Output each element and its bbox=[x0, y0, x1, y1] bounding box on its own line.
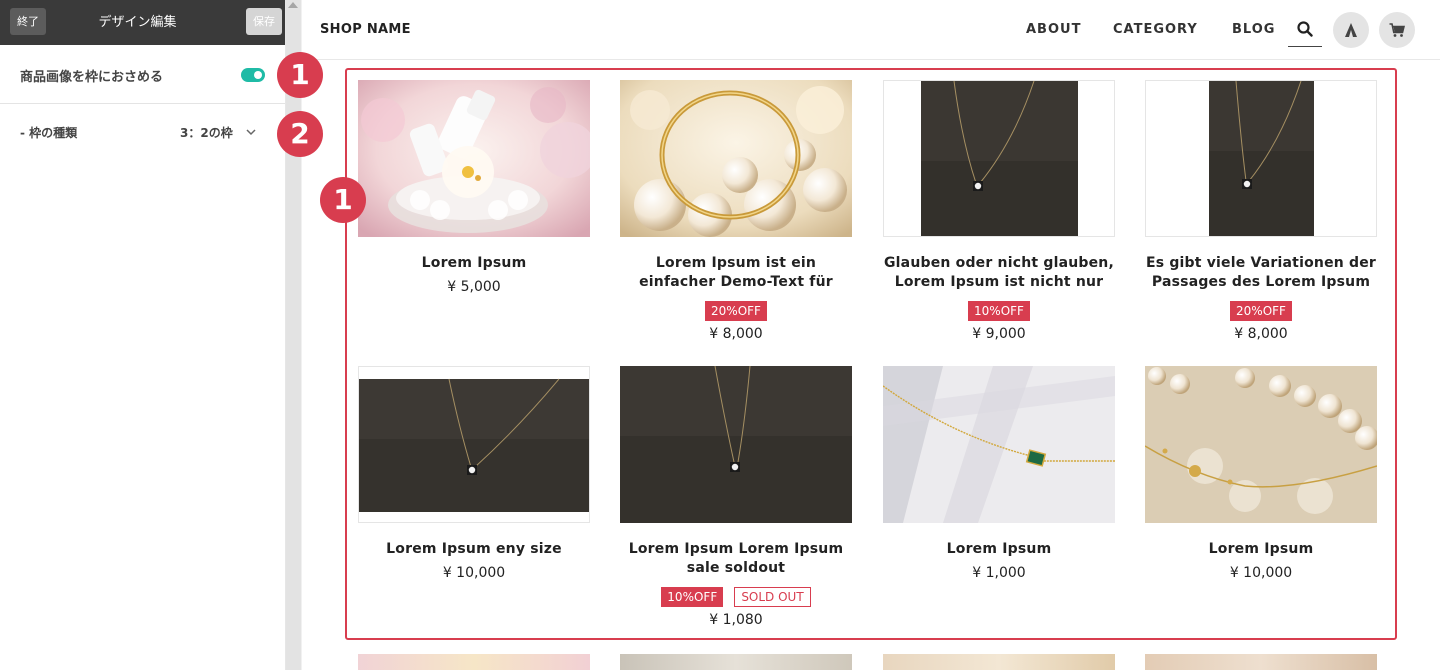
product-name[interactable]: Lorem Ipsum Lorem Ipsum bbox=[620, 540, 852, 559]
frame-type-label: - 枠の種類 bbox=[20, 126, 78, 140]
product-image[interactable] bbox=[883, 366, 1115, 523]
search-button[interactable] bbox=[1288, 12, 1322, 47]
product-price: ¥ 10,000 bbox=[1229, 565, 1293, 581]
necklace-portrait-image bbox=[1209, 81, 1314, 236]
nav-blog[interactable]: BLOG bbox=[1232, 22, 1275, 37]
design-edit-panel: 終了 デザイン編集 保存 商品画像を枠におさめる - 枠の種類 3：2の枠 bbox=[0, 0, 285, 670]
product-image[interactable] bbox=[620, 366, 852, 523]
search-icon bbox=[1297, 21, 1313, 37]
product-name-line2[interactable]: Passages des Lorem Ipsum bbox=[1145, 273, 1377, 292]
badge-group: 10%OFF bbox=[883, 300, 1115, 321]
gold-ring-pearls-image bbox=[620, 80, 852, 237]
product-name[interactable]: Lorem Ipsum bbox=[358, 254, 590, 273]
scrollbar-thumb[interactable] bbox=[286, 0, 301, 670]
product-name[interactable]: Lorem Ipsum bbox=[1145, 540, 1377, 559]
fit-image-setting: 商品画像を枠におさめる bbox=[0, 46, 285, 104]
pearls-lace-image bbox=[1145, 366, 1377, 523]
product-image-peek[interactable] bbox=[358, 654, 590, 670]
necklace-portrait-image bbox=[921, 81, 1078, 236]
step-marker-1-grid: 1 bbox=[320, 177, 366, 223]
discount-badge: 20%OFF bbox=[1230, 301, 1292, 321]
product-price: ¥ 8,000 bbox=[1234, 326, 1288, 342]
emerald-necklace-image bbox=[883, 366, 1115, 523]
nav-category[interactable]: CATEGORY bbox=[1113, 22, 1198, 37]
fit-image-label: 商品画像を枠におさめる bbox=[20, 70, 164, 85]
product-price: ¥ 8,000 bbox=[709, 326, 763, 342]
product-name[interactable]: Lorem Ipsum ist ein bbox=[620, 254, 852, 273]
product-image[interactable] bbox=[358, 80, 590, 237]
save-button[interactable]: 保存 bbox=[246, 8, 282, 35]
product-name[interactable]: Lorem Ipsum eny size bbox=[358, 540, 590, 559]
product-name-line2[interactable]: Lorem Ipsum ist nicht nur bbox=[883, 273, 1115, 292]
product-image[interactable] bbox=[1145, 366, 1377, 523]
product-name[interactable]: Lorem Ipsum bbox=[883, 540, 1115, 559]
product-price: ¥ 9,000 bbox=[972, 326, 1026, 342]
frame-type-select[interactable]: 3：2の枠 bbox=[180, 124, 233, 141]
product-image-peek[interactable] bbox=[1145, 654, 1377, 670]
product-image-peek[interactable] bbox=[883, 654, 1115, 670]
product-name-line2[interactable]: sale soldout bbox=[620, 559, 852, 578]
badge-group: 20%OFF bbox=[1145, 300, 1377, 321]
sold-out-badge: SOLD OUT bbox=[734, 587, 811, 607]
necklace-dark-image bbox=[620, 366, 852, 523]
nav-about[interactable]: ABOUT bbox=[1026, 22, 1081, 37]
badge-group: 10%OFF SOLD OUT bbox=[620, 586, 852, 607]
product-image[interactable] bbox=[358, 366, 590, 523]
cosmetics-flowers-image bbox=[358, 80, 590, 237]
frame-type-setting[interactable]: - 枠の種類 3：2の枠 bbox=[0, 104, 285, 154]
step-marker-1: 1 bbox=[277, 52, 323, 98]
badge-group: 20%OFF bbox=[620, 300, 852, 321]
scroll-up-icon[interactable] bbox=[288, 2, 298, 8]
product-price: ¥ 10,000 bbox=[442, 565, 506, 581]
step-marker-2: 2 bbox=[277, 111, 323, 157]
product-image[interactable] bbox=[620, 80, 852, 237]
cart-icon bbox=[1389, 23, 1405, 37]
product-name-line2[interactable]: einfacher Demo-Text für bbox=[620, 273, 852, 292]
product-price: ¥ 1,080 bbox=[709, 612, 763, 628]
tent-icon bbox=[1345, 23, 1357, 37]
necklace-wide-image bbox=[359, 378, 589, 512]
cart-button[interactable] bbox=[1379, 12, 1415, 48]
shop-name[interactable]: SHOP NAME bbox=[320, 22, 411, 37]
shop-header: SHOP NAME ABOUT CATEGORY BLOG bbox=[302, 0, 1440, 60]
discount-badge: 10%OFF bbox=[661, 587, 724, 607]
discount-badge: 10%OFF bbox=[968, 301, 1030, 321]
product-image-peek[interactable] bbox=[620, 654, 852, 670]
product-price: ¥ 5,000 bbox=[447, 279, 501, 295]
fit-image-toggle[interactable] bbox=[241, 68, 265, 82]
discount-badge: 20%OFF bbox=[705, 301, 767, 321]
product-name[interactable]: Glauben oder nicht glauben, bbox=[883, 254, 1115, 273]
product-price: ¥ 1,000 bbox=[972, 565, 1026, 581]
product-image[interactable] bbox=[1145, 80, 1377, 237]
panel-header: 終了 デザイン編集 保存 bbox=[0, 0, 285, 45]
tent-button[interactable] bbox=[1333, 12, 1369, 48]
chevron-down-icon[interactable] bbox=[244, 125, 258, 139]
panel-title: デザイン編集 bbox=[98, 15, 177, 30]
product-image[interactable] bbox=[883, 80, 1115, 237]
product-name[interactable]: Es gibt viele Variationen der bbox=[1145, 254, 1377, 273]
